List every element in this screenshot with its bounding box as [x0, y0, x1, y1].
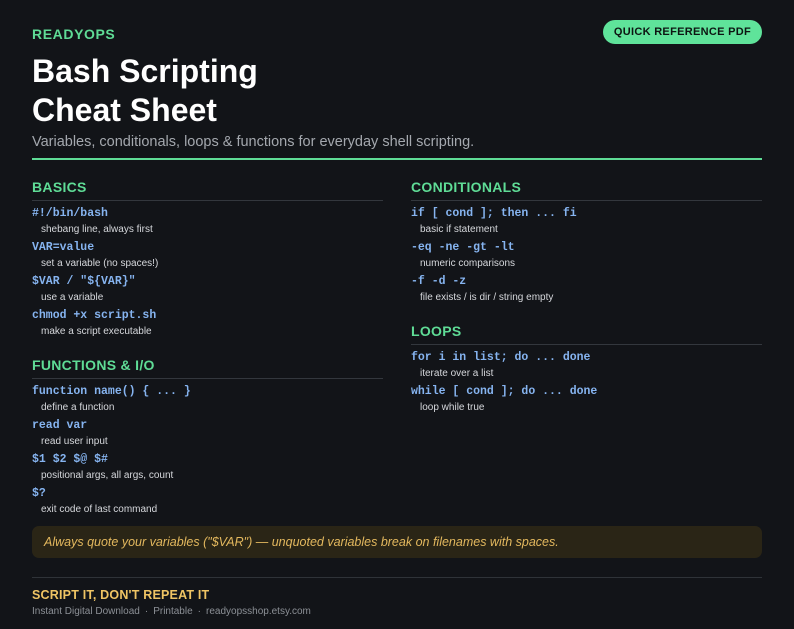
- section-conditionals: CONDITIONALS if [ cond ]; then ... fi ba…: [411, 179, 762, 305]
- code-snippet: read var: [32, 419, 88, 432]
- quick-reference-pdf-button[interactable]: QUICK REFERENCE PDF: [602, 20, 762, 44]
- footer-separator: ·: [197, 606, 201, 617]
- page-title: Bash Scripting Cheat Sheet: [32, 52, 258, 130]
- code-description: shebang line, always first: [41, 224, 153, 235]
- list-item: $? exit code of last command: [32, 486, 383, 517]
- code-snippet: $1 $2 $@ $#: [32, 453, 108, 466]
- section-heading: FUNCTIONS & I/O: [32, 357, 383, 379]
- code-description: exit code of last command: [41, 504, 158, 515]
- code-snippet: -eq -ne -gt -lt: [411, 241, 515, 254]
- code-snippet: chmod +x script.sh: [32, 309, 157, 322]
- code-description: file exists / is dir / string empty: [420, 292, 554, 303]
- section-loops: LOOPS for i in list; do ... done iterate…: [411, 323, 762, 415]
- code-description: set a variable (no spaces!): [41, 258, 159, 269]
- footer-tagline: SCRIPT IT, DON'T REPEAT IT: [32, 588, 210, 602]
- footer-item-shop-link[interactable]: readyopsshop.etsy.com: [206, 606, 311, 617]
- code-description: numeric comparisons: [420, 258, 516, 269]
- section-basics: BASICS #!/bin/bash shebang line, always …: [32, 179, 383, 339]
- code-snippet: if [ cond ]; then ... fi: [411, 207, 577, 220]
- list-item: while [ cond ]; do ... done loop while t…: [411, 384, 762, 415]
- list-item: $VAR / "${VAR}" use a variable: [32, 274, 383, 305]
- code-snippet: $VAR / "${VAR}": [32, 275, 136, 288]
- title-line-2: Cheat Sheet: [32, 92, 217, 128]
- list-item: if [ cond ]; then ... fi basic if statem…: [411, 206, 762, 237]
- list-item: -f -d -z file exists / is dir / string e…: [411, 274, 762, 305]
- list-item: function name() { ... } define a functio…: [32, 384, 383, 415]
- page-subtitle: Variables, conditionals, loops & functio…: [32, 134, 475, 150]
- code-description: basic if statement: [420, 224, 498, 235]
- code-description: use a variable: [41, 292, 104, 303]
- code-description: define a function: [41, 402, 115, 413]
- code-description: positional args, all args, count: [41, 470, 174, 481]
- footer-item-printable: Printable: [153, 606, 193, 617]
- footer-info: Instant Digital Download · Printable · ready…: [32, 606, 311, 617]
- section-functions-io: FUNCTIONS & I/O function name() { ... } …: [32, 357, 383, 517]
- code-description: read user input: [41, 436, 108, 447]
- code-snippet: for i in list; do ... done: [411, 351, 591, 364]
- code-description: loop while true: [420, 402, 485, 413]
- section-heading: CONDITIONALS: [411, 179, 762, 201]
- code-description: iterate over a list: [420, 368, 494, 379]
- brand-name: READYOPS: [32, 26, 116, 42]
- list-item: $1 $2 $@ $# positional args, all args, c…: [32, 452, 383, 483]
- cheat-sheet-page: READYOPS QUICK REFERENCE PDF Bash Script…: [32, 0, 762, 629]
- code-snippet: #!/bin/bash: [32, 207, 108, 220]
- title-line-1: Bash Scripting: [32, 53, 258, 89]
- code-description: make a script executable: [41, 326, 152, 337]
- list-item: for i in list; do ... done iterate over …: [411, 350, 762, 381]
- header-divider: [32, 158, 762, 160]
- section-heading: BASICS: [32, 179, 383, 201]
- section-heading: LOOPS: [411, 323, 762, 345]
- quoting-tip-callout: Always quote your variables ("$VAR") — u…: [32, 526, 762, 558]
- footer-divider: [32, 577, 762, 578]
- left-column: BASICS #!/bin/bash shebang line, always …: [32, 179, 383, 535]
- code-snippet: while [ cond ]; do ... done: [411, 385, 598, 398]
- code-snippet: $?: [32, 487, 46, 500]
- list-item: #!/bin/bash shebang line, always first: [32, 206, 383, 237]
- list-item: chmod +x script.sh make a script executa…: [32, 308, 383, 339]
- code-snippet: VAR=value: [32, 241, 95, 254]
- code-snippet: -f -d -z: [411, 275, 467, 288]
- right-column: CONDITIONALS if [ cond ]; then ... fi ba…: [411, 179, 762, 433]
- code-snippet: function name() { ... }: [32, 385, 191, 398]
- list-item: VAR=value set a variable (no spaces!): [32, 240, 383, 271]
- footer-item-download: Instant Digital Download: [32, 606, 140, 617]
- list-item: -eq -ne -gt -lt numeric comparisons: [411, 240, 762, 271]
- list-item: read var read user input: [32, 418, 383, 449]
- footer-separator: ·: [144, 606, 149, 617]
